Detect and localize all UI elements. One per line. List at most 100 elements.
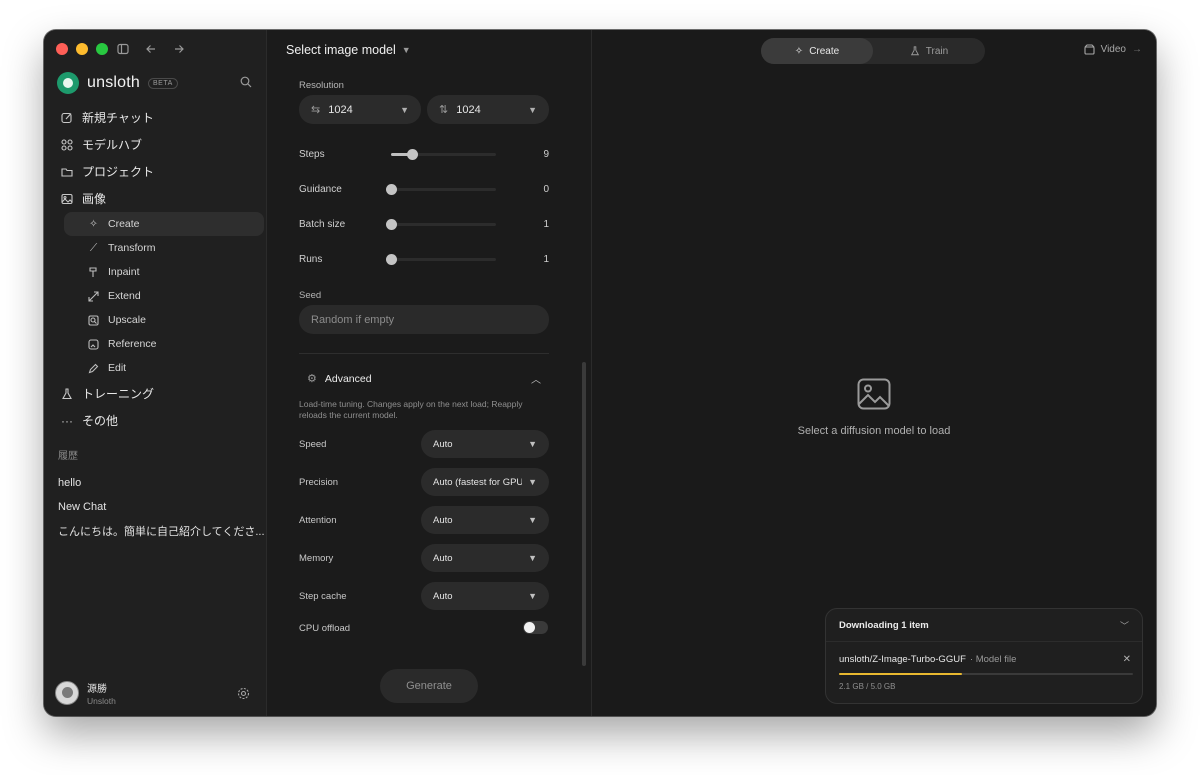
nav-new-chat[interactable]: 新規チャット (52, 104, 264, 131)
chevron-down-icon: ▼ (528, 553, 537, 563)
video-link[interactable]: Video → (1084, 44, 1142, 55)
zoom-icon (87, 314, 100, 327)
slider-thumb[interactable] (386, 218, 397, 230)
advanced-section-toggle[interactable]: ⚙ Advanced ︿ (307, 371, 541, 387)
app-window: unsloth BETA 新規チャット モデルハブ プロジェクト 画像 ✧ Cr… (44, 30, 1156, 716)
sub-item-label: Edit (108, 362, 127, 374)
runs-slider[interactable] (386, 253, 496, 265)
cpu-offload-toggle[interactable] (523, 621, 548, 634)
close-icon[interactable]: ✕ (1123, 654, 1131, 665)
nav-projects[interactable]: プロジェクト (52, 158, 264, 185)
chevron-down-icon: ▼ (528, 477, 537, 487)
download-name: unsloth/Z-Image-Turbo-GGUF (839, 654, 966, 665)
flask-icon (60, 387, 74, 401)
sub-item-create[interactable]: ✧ Create (64, 212, 264, 236)
batch-size-slider[interactable] (386, 218, 496, 230)
option-value: Auto (433, 590, 453, 602)
nav-images[interactable]: 画像 (52, 185, 264, 212)
nav-label: トレーニング (82, 387, 155, 401)
nav-model-hub[interactable]: モデルハブ (52, 131, 264, 158)
slider-value: 0 (543, 183, 549, 195)
width-select[interactable]: ⇆ 1024 ▼ (299, 95, 421, 124)
user-profile[interactable]: 源勝 Unsloth (55, 680, 116, 706)
guidance-slider[interactable] (386, 183, 496, 195)
precision-select[interactable]: Auto (fastest for GPU) ▼ (421, 468, 549, 496)
steps-slider[interactable] (391, 148, 496, 160)
close-window-button[interactable] (56, 43, 68, 55)
expand-icon (87, 290, 100, 303)
gear-icon[interactable] (237, 687, 250, 700)
seed-input[interactable] (299, 305, 549, 334)
chevron-down-icon[interactable]: ﹀ (1120, 619, 1129, 632)
chevron-down-icon: ▼ (528, 439, 537, 449)
sub-item-inpaint[interactable]: Inpaint (64, 260, 264, 284)
grid-icon (60, 138, 74, 152)
nav-label: 新規チャット (82, 111, 154, 125)
empty-state-text: Select a diffusion model to load (797, 425, 951, 437)
nav-label: モデルハブ (82, 138, 143, 152)
history-item[interactable]: こんにちは。簡単に自己紹介してくださ... (58, 519, 265, 543)
download-header[interactable]: Downloading 1 item ﹀ (826, 609, 1142, 642)
speed-row: Speed Auto ▼ (299, 430, 549, 458)
back-arrow-icon[interactable] (144, 41, 158, 57)
attention-select[interactable]: Auto ▼ (421, 506, 549, 534)
image-icon (60, 192, 74, 206)
zoom-window-button[interactable] (96, 43, 108, 55)
attention-row: Attention Auto ▼ (299, 506, 549, 534)
canvas-area: ✧ Create Train Video → Select a diffusio… (592, 30, 1156, 716)
sub-item-extend[interactable]: Extend (64, 284, 264, 308)
slider-thumb[interactable] (386, 183, 397, 195)
slider-name: Batch size (299, 218, 346, 230)
slider-thumb[interactable] (407, 148, 418, 160)
speed-select[interactable]: Auto ▼ (421, 430, 549, 458)
window-toolbar (116, 41, 186, 57)
tab-create[interactable]: ✧ Create (761, 38, 873, 64)
option-value: Auto (fastest for GPU) (433, 476, 523, 488)
more-icon: ··· (61, 413, 73, 428)
history-title: 履歴 (58, 451, 78, 462)
sub-item-transform[interactable]: ⟋ Transform (64, 236, 264, 260)
user-name: 源勝 (87, 684, 107, 695)
download-progress-fill (839, 673, 963, 675)
tab-train[interactable]: Train (873, 38, 985, 64)
memory-select[interactable]: Auto ▼ (421, 544, 549, 572)
history-item[interactable]: hello (58, 471, 265, 495)
sub-item-reference[interactable]: Reference (64, 332, 264, 356)
sidebar-toggle-icon[interactable] (116, 41, 130, 57)
advanced-title: Advanced (324, 372, 372, 385)
magic-wand-icon: ⟋ (89, 241, 98, 254)
option-name: Attention (299, 514, 337, 526)
sub-item-upscale[interactable]: Upscale (64, 308, 264, 332)
option-name: CPU offload (299, 622, 351, 634)
flask-icon (910, 46, 920, 56)
height-select[interactable]: ⇅ 1024 ▼ (427, 95, 549, 124)
nav-more[interactable]: ··· その他 (52, 407, 264, 434)
forward-arrow-icon[interactable] (172, 41, 186, 57)
step-cache-select[interactable]: Auto ▼ (421, 582, 549, 610)
sub-item-edit[interactable]: Edit (64, 356, 264, 380)
guidance-slider-row: Guidance 0 (299, 181, 549, 197)
panel-scrollbar[interactable] (582, 362, 586, 666)
steps-slider-row: Steps 9 (299, 146, 549, 162)
slider-thumb[interactable] (386, 253, 397, 265)
swap-horizontal-icon: ⇆ (311, 104, 321, 116)
chevron-down-icon: ▼ (528, 104, 537, 115)
sub-item-label: Upscale (108, 314, 146, 326)
slider-name: Guidance (299, 183, 342, 195)
sparkle-icon: ✧ (794, 45, 804, 57)
step-cache-row: Step cache Auto ▼ (299, 582, 549, 610)
download-kind: · Model file (969, 654, 1017, 665)
brush-icon (87, 266, 100, 279)
minimize-window-button[interactable] (76, 43, 88, 55)
generate-button[interactable]: Generate (380, 669, 478, 703)
nav-training[interactable]: トレーニング (52, 380, 264, 407)
history-item[interactable]: New Chat (58, 495, 265, 519)
brand[interactable]: unsloth BETA (57, 72, 178, 94)
download-progress-bar (839, 673, 1133, 675)
advanced-description: Load-time tuning. Changes apply on the n… (299, 399, 523, 420)
model-select-dropdown[interactable]: Select image model ▼ (286, 43, 411, 57)
runs-slider-row: Runs 1 (299, 251, 549, 267)
clapperboard-icon (1084, 44, 1095, 55)
brand-name: unsloth (87, 74, 140, 91)
search-icon[interactable] (240, 76, 252, 88)
